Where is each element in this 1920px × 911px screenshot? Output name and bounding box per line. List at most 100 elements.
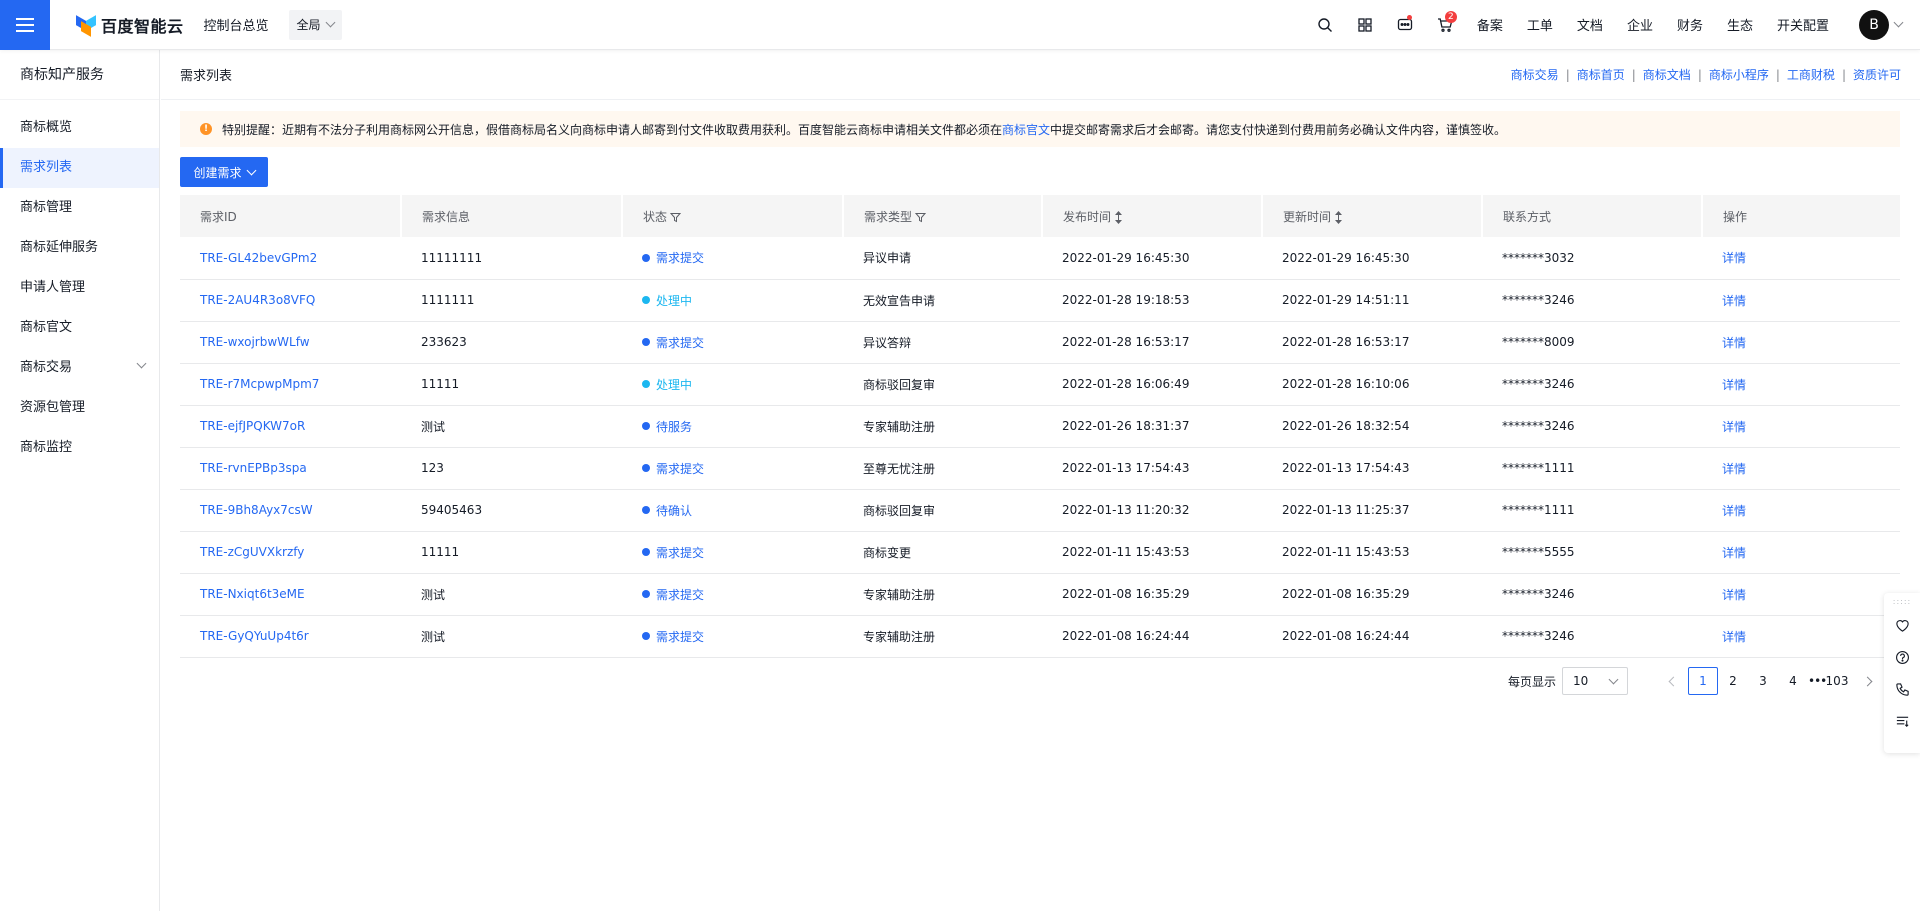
sidebar-item-trademark-management[interactable]: 商标管理: [0, 188, 159, 228]
detail-link[interactable]: 详情: [1722, 504, 1746, 518]
cell-status: 待服务: [622, 405, 843, 448]
cell-id: TRE-GyQYuUp4t6r: [180, 615, 401, 658]
grid-icon[interactable]: [1345, 0, 1385, 50]
next-page-button[interactable]: [1852, 667, 1882, 695]
demand-id-link[interactable]: TRE-GL42bevGPm2: [200, 251, 317, 265]
cell-contact: *******3246: [1482, 279, 1702, 322]
cell-contact: *******5555: [1482, 531, 1702, 574]
detail-link[interactable]: 详情: [1722, 630, 1746, 644]
page-4-button[interactable]: 4: [1778, 667, 1808, 695]
status-text: 待服务: [656, 419, 693, 434]
sidebar-item-monitoring[interactable]: 商标监控: [0, 428, 159, 468]
menu-icon[interactable]: [0, 0, 50, 50]
cell-updated: 2022-01-11 15:43:53: [1262, 531, 1482, 574]
message-icon[interactable]: [1385, 0, 1425, 50]
nav-switch-config[interactable]: 开关配置: [1765, 0, 1841, 50]
table-row: TRE-rvnEPBp3spa 123 需求提交 至尊无忧注册 2022-01-13 1…: [180, 447, 1900, 490]
filter-icon[interactable]: [670, 212, 682, 223]
sort-icon[interactable]: [1334, 210, 1343, 224]
sidebar-item-package-management[interactable]: 资源包管理: [0, 388, 159, 428]
nav-beian[interactable]: 备案: [1465, 0, 1515, 50]
page-3-button[interactable]: 3: [1748, 667, 1778, 695]
cell-type: 专家辅助注册: [843, 405, 1042, 448]
create-demand-button[interactable]: 创建需求: [180, 157, 268, 187]
demand-id-link[interactable]: TRE-GyQYuUp4t6r: [200, 629, 309, 643]
notice-official-docs-link[interactable]: 商标官文: [1002, 121, 1050, 138]
user-menu[interactable]: B: [1859, 9, 1904, 40]
cell-info: 123: [401, 447, 622, 490]
sidebar-item-demand-list[interactable]: 需求列表: [0, 148, 159, 188]
page-size-select[interactable]: 10: [1562, 667, 1628, 695]
nav-finance[interactable]: 财务: [1665, 0, 1715, 50]
cell-action: 详情: [1702, 237, 1900, 280]
col-header-updated[interactable]: 更新时间: [1262, 195, 1483, 237]
page-size-label: 每页显示: [1507, 674, 1556, 689]
phone-icon[interactable]: [1884, 673, 1920, 705]
divider: |: [1841, 67, 1846, 82]
main-content: 需求列表 商标交易 | 商标首页 | 商标文档 | 商标小程序 | 工商财税 | 资质许可…: [161, 50, 1920, 911]
demand-id-link[interactable]: TRE-zCgUVXkrzfy: [200, 545, 304, 559]
detail-link[interactable]: 详情: [1722, 336, 1746, 350]
status-badge: 需求提交: [642, 334, 704, 351]
link-trademark-home[interactable]: 商标首页: [1577, 66, 1625, 83]
sidebar-item-extension-services[interactable]: 商标延伸服务: [0, 228, 159, 268]
nav-docs[interactable]: 文档: [1565, 0, 1615, 50]
page-last-button[interactable]: 103: [1822, 667, 1852, 695]
col-header-published[interactable]: 发布时间: [1042, 195, 1263, 237]
demand-id-link[interactable]: TRE-9Bh8Ayx7csW: [200, 503, 313, 517]
detail-link[interactable]: 详情: [1722, 251, 1746, 265]
detail-link[interactable]: 详情: [1722, 588, 1746, 602]
drag-handle-icon[interactable]: :::::: [1893, 593, 1911, 609]
demand-id-link[interactable]: TRE-2AU4R3o8VFQ: [200, 293, 315, 307]
col-header-label: 需求类型: [864, 209, 913, 224]
detail-link[interactable]: 详情: [1722, 420, 1746, 434]
detail-link[interactable]: 详情: [1722, 294, 1746, 308]
detail-link[interactable]: 详情: [1722, 378, 1746, 392]
sidebar-item-overview[interactable]: 商标概览: [0, 108, 159, 148]
feedback-icon[interactable]: [1884, 609, 1920, 641]
nav-ecosystem[interactable]: 生态: [1715, 0, 1765, 50]
page-1-button[interactable]: 1: [1688, 667, 1718, 695]
status-text: 需求提交: [656, 587, 705, 602]
demand-id-link[interactable]: TRE-rvnEPBp3spa: [200, 461, 307, 475]
logo[interactable]: 百度智能云: [76, 0, 184, 50]
sort-icon[interactable]: [1114, 210, 1123, 224]
region-select[interactable]: 全局: [288, 9, 342, 40]
link-mini-program[interactable]: 商标小程序: [1709, 66, 1769, 83]
cart-icon[interactable]: 2: [1425, 0, 1465, 50]
sidebar-item-official-documents[interactable]: 商标官文: [0, 308, 159, 348]
filter-icon[interactable]: [915, 212, 927, 223]
prev-page-button[interactable]: [1658, 667, 1688, 695]
col-header-type[interactable]: 需求类型: [843, 195, 1043, 237]
nav-ticket[interactable]: 工单: [1515, 0, 1565, 50]
demand-id-link[interactable]: TRE-ejfJPQKW7oR: [200, 419, 305, 433]
cell-published: 2022-01-11 15:43:53: [1042, 531, 1262, 574]
page-ellipsis[interactable]: •••: [1808, 674, 1827, 688]
cell-id: TRE-r7McpwpMpm7: [180, 363, 401, 406]
link-trademark-docs[interactable]: 商标文档: [1643, 66, 1691, 83]
sidebar-item-applicant-management[interactable]: 申请人管理: [0, 268, 159, 308]
sidebar-title: 商标知产服务: [0, 50, 159, 100]
help-icon[interactable]: [1884, 641, 1920, 673]
link-qualification[interactable]: 资质许可: [1853, 66, 1901, 83]
status-text: 需求提交: [656, 545, 705, 560]
link-trademark-trading[interactable]: 商标交易: [1511, 66, 1559, 83]
avatar: B: [1859, 9, 1889, 40]
demand-id-link[interactable]: TRE-Nxiqt6t3eME: [200, 587, 305, 601]
cell-action: 详情: [1702, 615, 1900, 658]
demand-id-link[interactable]: TRE-wxojrbwWLfw: [200, 335, 310, 349]
console-overview-link[interactable]: 控制台总览: [204, 15, 269, 34]
cell-action: 详情: [1702, 489, 1900, 532]
chevron-down-icon: [325, 17, 335, 28]
demand-id-link[interactable]: TRE-r7McpwpMpm7: [200, 377, 319, 391]
detail-link[interactable]: 详情: [1722, 462, 1746, 476]
list-icon[interactable]: [1884, 705, 1920, 737]
search-icon[interactable]: [1305, 0, 1345, 50]
nav-enterprise[interactable]: 企业: [1615, 0, 1665, 50]
sidebar-item-trading[interactable]: 商标交易: [0, 348, 159, 388]
page-2-button[interactable]: 2: [1718, 667, 1748, 695]
link-business-tax[interactable]: 工商财税: [1787, 66, 1835, 83]
col-header-status[interactable]: 状态: [622, 195, 844, 237]
cell-type: 专家辅助注册: [843, 573, 1042, 616]
detail-link[interactable]: 详情: [1722, 546, 1746, 560]
